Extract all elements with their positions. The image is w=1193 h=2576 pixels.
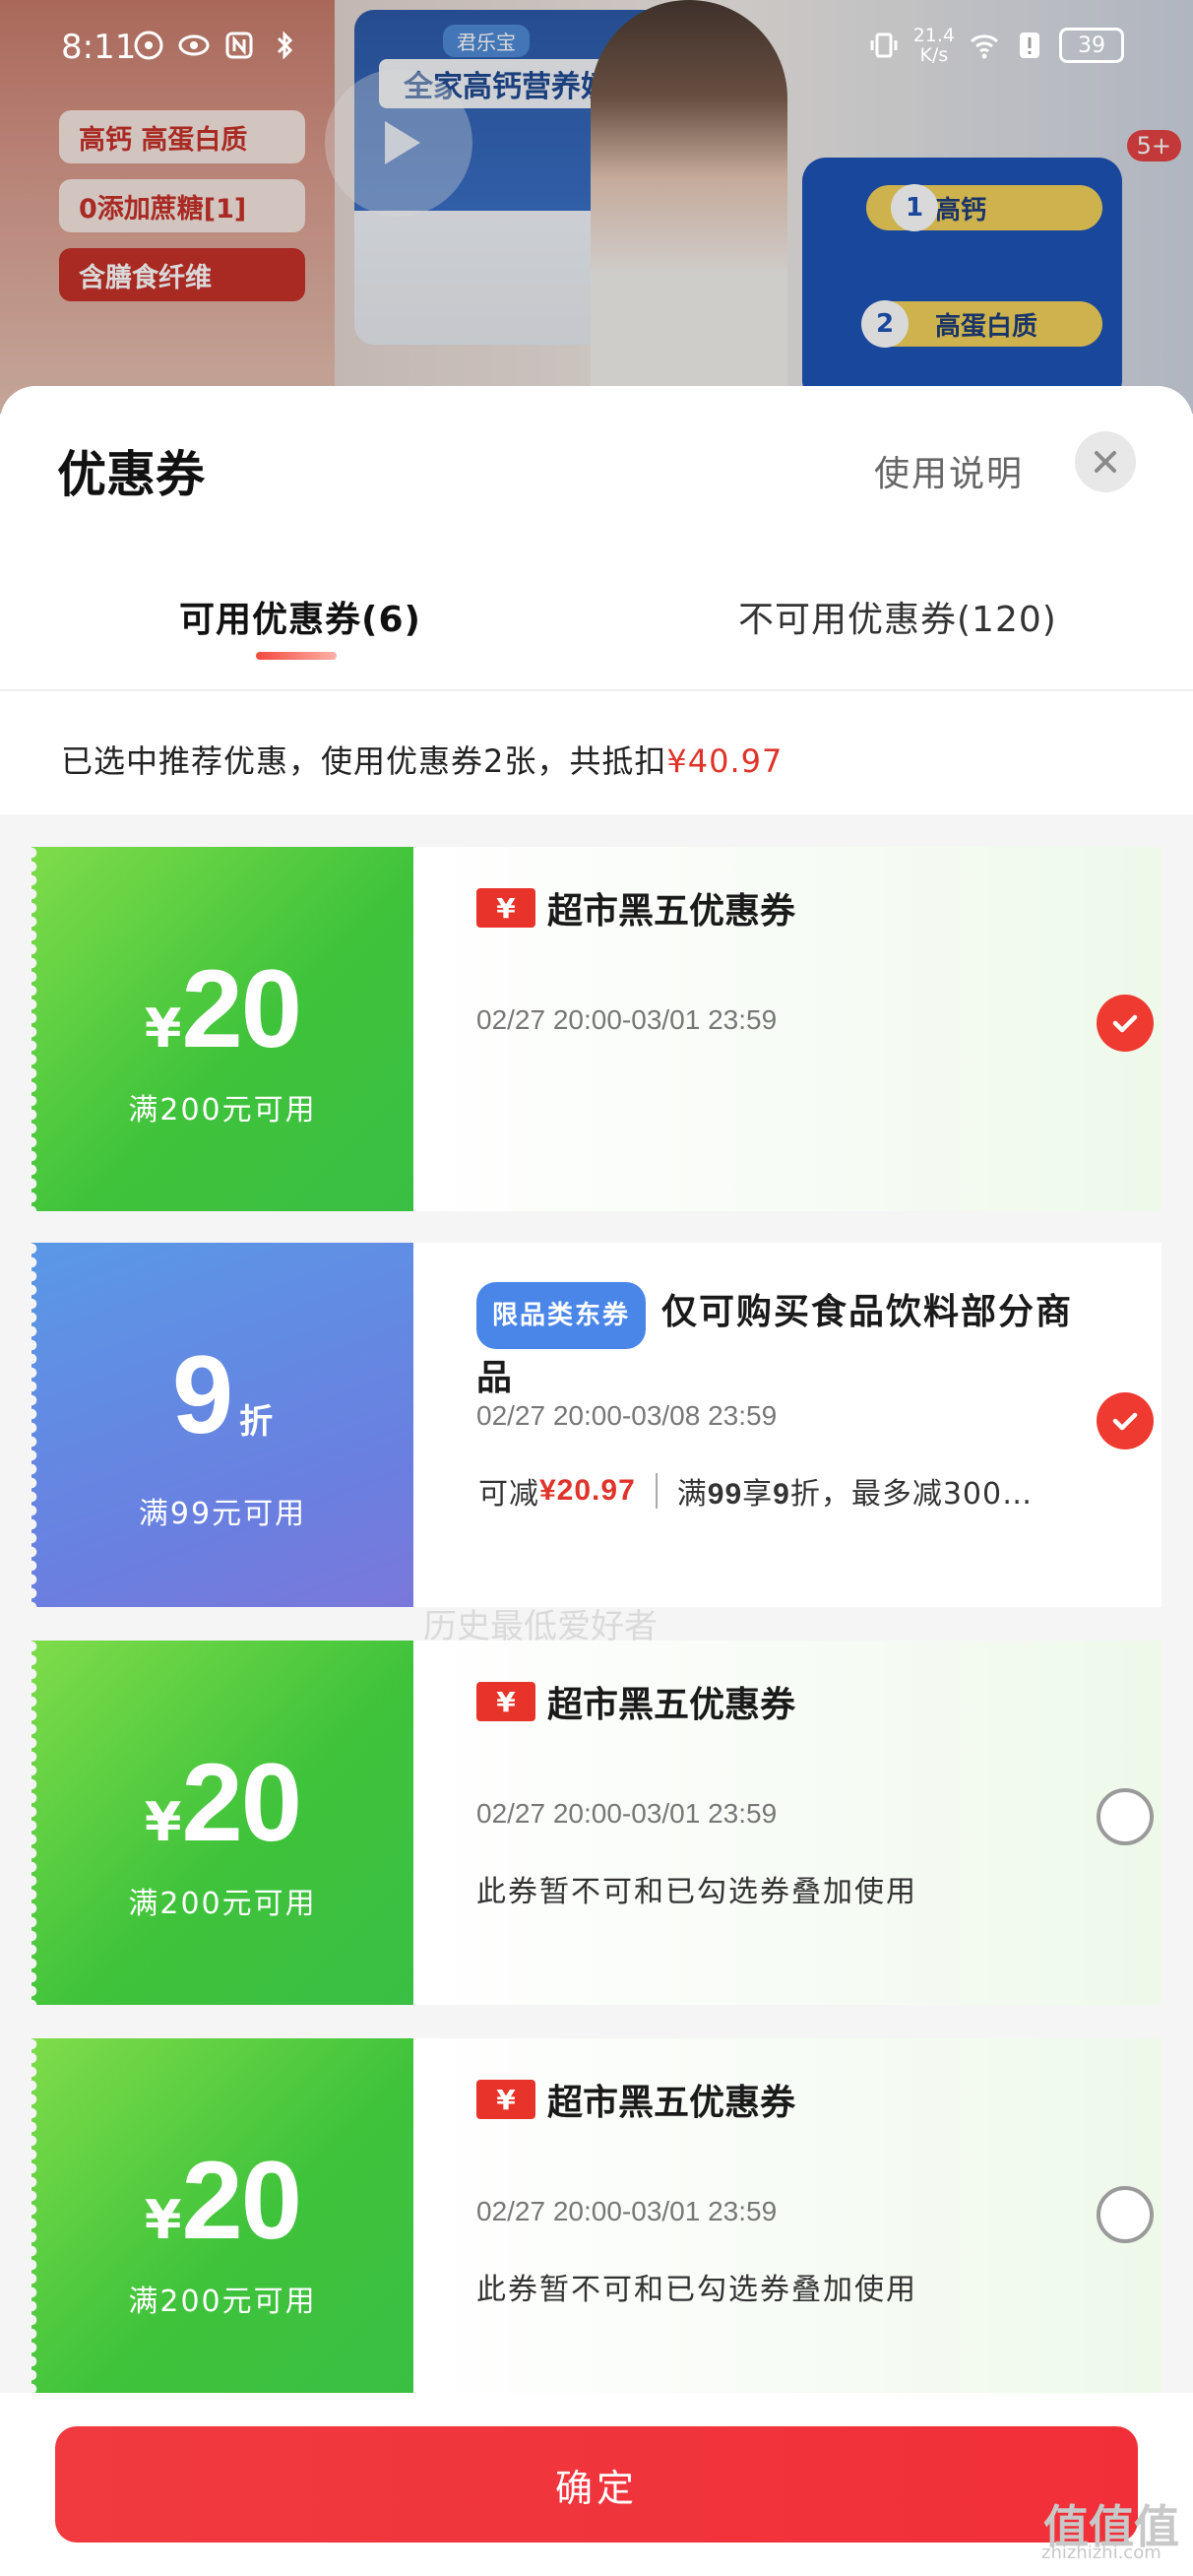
coupon-sheet: 优惠券 使用说明 可用优惠券(6) 不可用优惠券(120) 已选中推荐优惠，使用… (0, 386, 1193, 2576)
coupon-info: ¥ 超市黑五优惠券 02/27 20:00-03/01 23:59 此券暂不可和… (413, 1641, 1162, 2005)
coupon-validity: 02/27 20:00-03/01 23:59 (476, 1798, 778, 1829)
summary-amount: ¥40.97 (666, 742, 784, 780)
coupon-condition: 满200元可用 (128, 1887, 317, 1921)
confirm-button[interactable]: 确定 (55, 2426, 1138, 2543)
nfc-icon (225, 32, 253, 59)
close-icon (1095, 451, 1116, 473)
yen-badge-icon: ¥ (476, 1682, 535, 1721)
network-speed: 21.4 K/s (912, 25, 955, 66)
app-notification-icon (134, 31, 163, 60)
status-time: 8:11 (61, 28, 137, 67)
saving-label: 可减 (478, 1477, 539, 1512)
coupon-value-panel: ¥20 满200元可用 (31, 847, 413, 1211)
coupon-condition: 满200元可用 (128, 1093, 317, 1127)
coupon-value: 9折 (171, 1333, 274, 1456)
coupon-value: ¥20 (144, 947, 302, 1070)
status-bar: 8:11 21.4 K/s 39 (0, 0, 1193, 98)
coupon-value: ¥20 (144, 1741, 302, 1864)
coupon-stacking-note: 此券暂不可和已勾选券叠加使用 (476, 1875, 917, 1909)
coupon-info: ¥ 超市黑五优惠券 02/27 20:00-03/01 23:59 (413, 847, 1162, 1211)
divider (655, 1473, 658, 1509)
coupon-info: 限品类东券 仅可购买食品饮料部分商品 02/27 20:00-03/08 23:5… (413, 1243, 1162, 1607)
coupon-saving: 可减 ¥20.97 满99享9折，最多减300… (478, 1469, 1033, 1513)
close-button[interactable] (1075, 431, 1136, 492)
coupon-validity: 02/27 20:00-03/01 23:59 (476, 2196, 778, 2226)
coupon-condition: 满99元可用 (138, 1497, 307, 1531)
coupon-validity: 02/27 20:00-03/08 23:59 (476, 1400, 778, 1431)
alert-icon (1020, 32, 1039, 58)
saving-amount: ¥20.97 (539, 1474, 636, 1507)
vibrate-icon (870, 32, 898, 58)
wifi-icon (970, 34, 999, 59)
yen-badge-icon: ¥ (476, 888, 535, 928)
coupon-checkbox-checked[interactable] (1097, 995, 1154, 1052)
coupon-value-panel: ¥20 满200元可用 (31, 1641, 413, 2005)
selection-summary: 已选中推荐优惠，使用优惠券2张，共抵扣¥40.97 (61, 737, 783, 782)
tab-unavailable-coupons[interactable]: 不可用优惠券(120) (738, 591, 1057, 642)
coupon-card[interactable]: ¥20 满200元可用 ¥ 超市黑五优惠券 02/27 20:00-03/01 … (31, 1641, 1162, 2005)
coupon-validity: 02/27 20:00-03/01 23:59 (476, 1004, 778, 1035)
eye-icon (178, 34, 210, 56)
discount-rule: 满99享9折，最多减300… (676, 1477, 1034, 1512)
coupon-title-row: 限品类东券 仅可购买食品饮料部分商品 (476, 1282, 1106, 1408)
yen-badge-icon: ¥ (476, 2080, 535, 2119)
category-limit-tag: 限品类东券 (476, 1282, 647, 1349)
coupon-value: ¥20 (144, 2139, 302, 2262)
site-url: zhizhizhi.com (1041, 2543, 1162, 2563)
battery-indicator: 39 (1059, 28, 1124, 63)
usage-instructions-link[interactable]: 使用说明 (874, 445, 1024, 496)
watermark: 历史最低爱好者 (423, 1607, 658, 1646)
sheet-footer: 确定 值值值 zhizhizhi.com (0, 2393, 1193, 2576)
coupon-title: 超市黑五优惠券 (547, 2083, 796, 2123)
coupon-card[interactable]: ¥20 满200元可用 ¥ 超市黑五优惠券 02/27 20:00-03/01 … (31, 847, 1162, 1211)
coupon-info: ¥ 超市黑五优惠券 02/27 20:00-03/01 23:59 此券暂不可和… (413, 2038, 1162, 2403)
active-tab-indicator (256, 652, 337, 660)
coupon-checkbox-unchecked[interactable] (1097, 2186, 1154, 2243)
coupon-title: 超市黑五优惠券 (547, 1685, 796, 1725)
coupon-title: 超市黑五优惠券 (547, 891, 796, 932)
coupon-value-panel: 9折 满99元可用 (31, 1243, 413, 1607)
coupon-checkbox-unchecked[interactable] (1097, 1788, 1154, 1845)
sheet-title: 优惠券 (57, 446, 205, 503)
coupon-value-panel: ¥20 满200元可用 (31, 2038, 413, 2403)
divider (0, 689, 1193, 691)
coupon-card[interactable]: ¥20 满200元可用 ¥ 超市黑五优惠券 02/27 20:00-03/01 … (31, 2038, 1162, 2403)
coupon-condition: 满200元可用 (128, 2285, 317, 2319)
summary-text: 已选中推荐优惠，使用优惠券2张，共抵扣 (61, 742, 667, 780)
coupon-card[interactable]: 9折 满99元可用 限品类东券 仅可购买食品饮料部分商品 02/27 20:00-… (31, 1243, 1162, 1607)
coupon-stacking-note: 此券暂不可和已勾选券叠加使用 (476, 2273, 917, 2307)
tab-available-coupons[interactable]: 可用优惠券(6) (179, 591, 421, 642)
checkmark-icon (1112, 1412, 1138, 1431)
coupon-checkbox-checked[interactable] (1097, 1392, 1154, 1449)
bluetooth-icon (277, 31, 293, 60)
checkmark-icon (1112, 1014, 1138, 1033)
